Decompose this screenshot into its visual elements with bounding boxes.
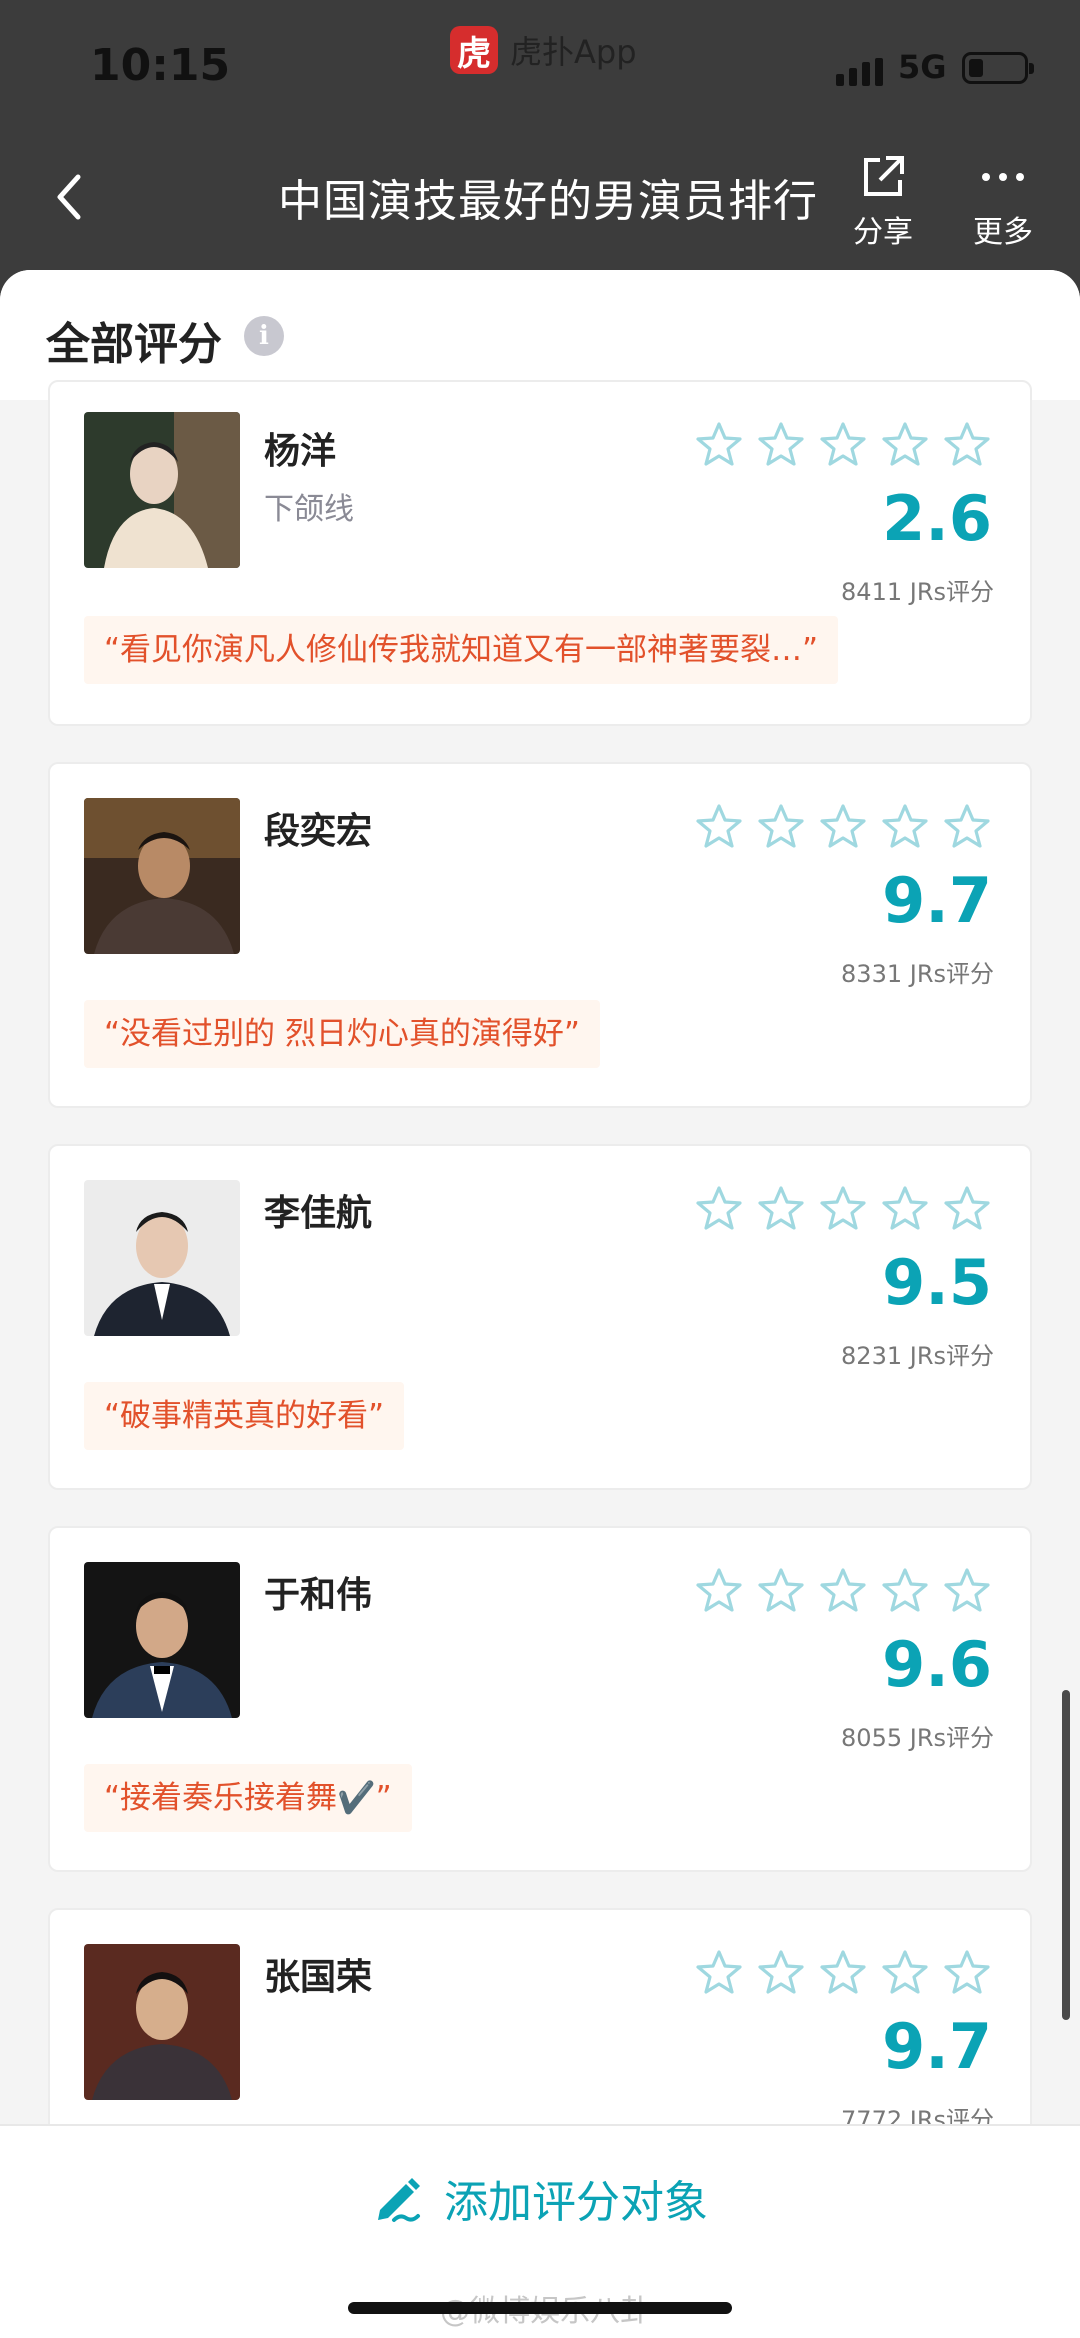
bottom-bar: 添加评分对象 @微博娱乐八卦	[0, 2124, 1080, 2338]
app-indicator: 虎 虎扑App	[450, 26, 637, 74]
more-button[interactable]: 更多	[958, 147, 1048, 251]
rating-count: 8331 JRs评分	[841, 960, 994, 988]
star-outline-icon[interactable]	[694, 1566, 744, 1620]
star-rating[interactable]	[694, 1948, 992, 2002]
share-icon	[864, 156, 904, 196]
avatar	[84, 798, 240, 954]
avatar	[84, 1562, 240, 1718]
avatar	[84, 412, 240, 568]
more-icon	[982, 173, 1024, 181]
status-bar: 10:15 虎 虎扑App 5G	[0, 0, 1080, 135]
info-icon[interactable]: i	[244, 316, 284, 356]
back-button[interactable]	[50, 167, 90, 227]
top-comment[interactable]: “没看过别的 烈日灼心真的演得好”	[84, 1000, 600, 1068]
battery-icon	[962, 52, 1034, 84]
more-label: 更多	[973, 215, 1033, 250]
rating-card[interactable]: 段奕宏 9.7 8331 JRs评分 “没看过别的 烈日灼心真的演得好”	[48, 762, 1032, 1108]
star-rating[interactable]	[694, 1184, 992, 1238]
star-outline-icon[interactable]	[880, 1566, 930, 1620]
star-outline-icon[interactable]	[694, 802, 744, 856]
star-outline-icon[interactable]	[880, 420, 930, 474]
star-outline-icon[interactable]	[942, 802, 992, 856]
avatar	[84, 1180, 240, 1336]
home-indicator[interactable]	[348, 2302, 732, 2314]
star-outline-icon[interactable]	[942, 1566, 992, 1620]
item-name: 张国荣	[264, 1957, 373, 1998]
rating-card[interactable]: 李佳航 9.5 8231 JRs评分 “破事精英真的好看”	[48, 1144, 1032, 1490]
item-score: 2.6	[882, 482, 992, 555]
pencil-icon	[378, 2178, 420, 2222]
status-time: 10:15	[90, 40, 231, 91]
star-outline-icon[interactable]	[818, 1948, 868, 2002]
top-comment[interactable]: “接着奏乐接着舞✔️”	[84, 1764, 412, 1832]
item-name: 李佳航	[264, 1193, 373, 1234]
scrollbar[interactable]	[1062, 1690, 1070, 2020]
star-outline-icon[interactable]	[694, 1948, 744, 2002]
star-outline-icon[interactable]	[880, 1948, 930, 2002]
star-outline-icon[interactable]	[756, 1184, 806, 1238]
star-outline-icon[interactable]	[880, 1184, 930, 1238]
chevron-left-icon	[57, 174, 81, 220]
item-score: 9.7	[882, 2010, 992, 2083]
item-name: 段奕宏	[264, 811, 373, 852]
star-outline-icon[interactable]	[756, 1948, 806, 2002]
page-title: 中国演技最好的男演员排行	[278, 176, 818, 227]
rating-count: 8055 JRs评分	[841, 1724, 994, 1752]
star-rating[interactable]	[694, 1566, 992, 1620]
signal-icon	[836, 58, 883, 86]
ratings-sheet: 全部评分 i 杨洋 下颌线 2.6 8411 JRs评分 “看见你演凡人修仙传我…	[0, 270, 1080, 2338]
star-rating[interactable]	[694, 802, 992, 856]
star-outline-icon[interactable]	[818, 420, 868, 474]
avatar	[84, 1944, 240, 2100]
star-outline-icon[interactable]	[756, 802, 806, 856]
add-rating-object-label: 添加评分对象	[444, 2177, 708, 2228]
item-name: 杨洋	[264, 431, 337, 472]
star-outline-icon[interactable]	[694, 420, 744, 474]
star-outline-icon[interactable]	[694, 1184, 744, 1238]
top-comment[interactable]: “看见你演凡人修仙传我就知道又有一部神著要裂…”	[84, 616, 839, 684]
item-name: 于和伟	[264, 1575, 373, 1616]
star-rating[interactable]	[694, 420, 992, 474]
rating-count: 8231 JRs评分	[841, 1342, 994, 1370]
rating-card[interactable]: 于和伟 9.6 8055 JRs评分 “接着奏乐接着舞✔️”	[48, 1526, 1032, 1872]
share-button[interactable]: 分享	[838, 147, 928, 251]
share-label: 分享	[853, 215, 913, 250]
star-outline-icon[interactable]	[942, 1184, 992, 1238]
nav-bar: 中国演技最好的男演员排行 分享 更多	[0, 135, 1080, 270]
rating-count: 8411 JRs评分	[841, 578, 994, 606]
item-tag: 下颌线	[264, 492, 354, 527]
item-score: 9.5	[882, 1246, 992, 1319]
star-outline-icon[interactable]	[942, 1948, 992, 2002]
item-score: 9.6	[882, 1628, 992, 1701]
star-outline-icon[interactable]	[818, 1566, 868, 1620]
star-outline-icon[interactable]	[756, 1566, 806, 1620]
star-outline-icon[interactable]	[942, 420, 992, 474]
item-score: 9.7	[882, 864, 992, 937]
rating-card[interactable]: 杨洋 下颌线 2.6 8411 JRs评分 “看见你演凡人修仙传我就知道又有一部…	[48, 380, 1032, 726]
star-outline-icon[interactable]	[818, 802, 868, 856]
hupu-logo-icon: 虎	[450, 26, 498, 74]
star-outline-icon[interactable]	[756, 420, 806, 474]
network-type: 5G	[898, 48, 947, 86]
star-outline-icon[interactable]	[818, 1184, 868, 1238]
top-comment[interactable]: “破事精英真的好看”	[84, 1382, 405, 1450]
app-name: 虎扑App	[510, 33, 637, 71]
add-rating-object-button[interactable]: 添加评分对象	[370, 2166, 708, 2230]
section-title: 全部评分	[46, 319, 222, 370]
star-outline-icon[interactable]	[880, 802, 930, 856]
